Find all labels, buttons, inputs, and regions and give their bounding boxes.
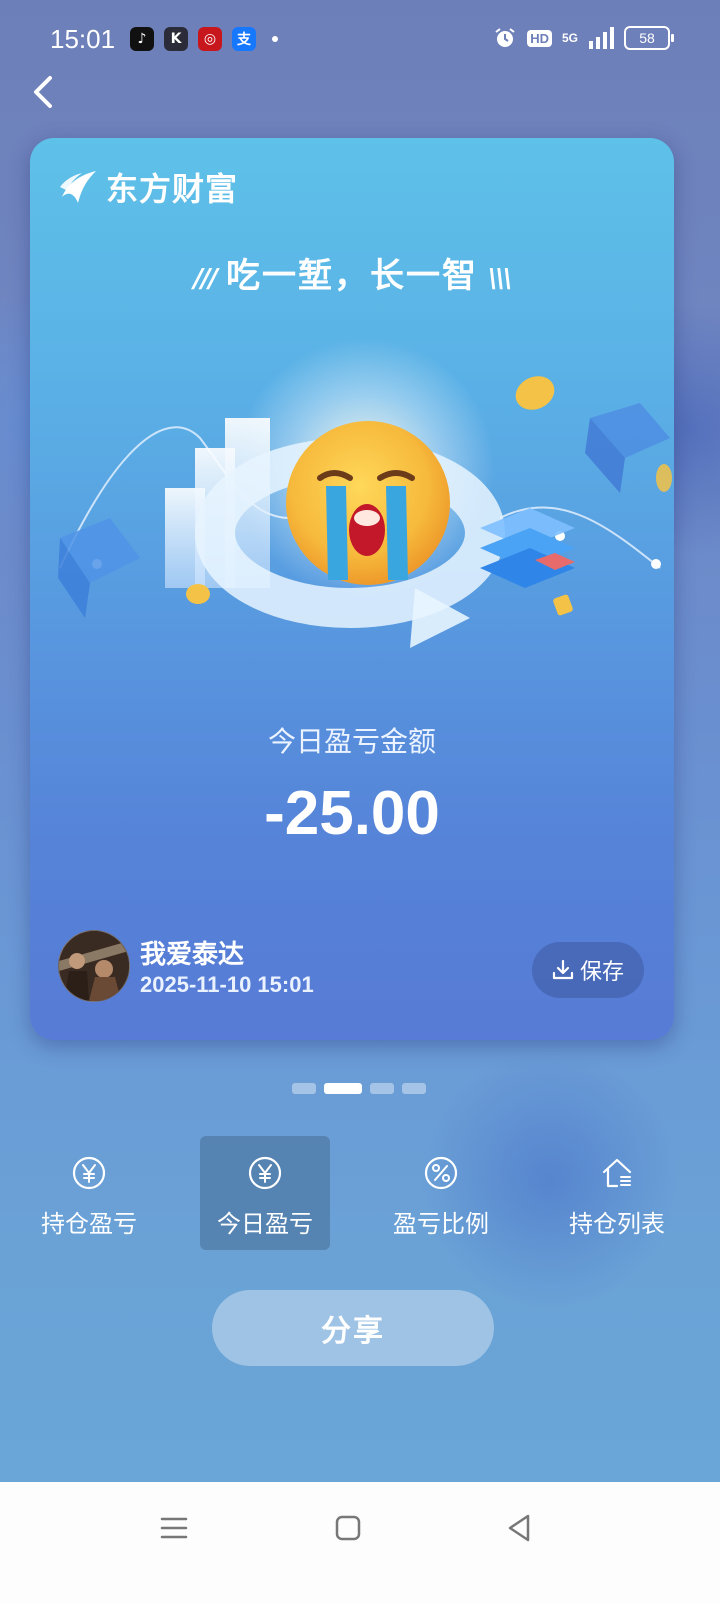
- carousel-pager: [292, 1083, 426, 1094]
- yen-circle-icon: [72, 1156, 106, 1190]
- back-icon[interactable]: [500, 1508, 540, 1548]
- pl-value: -25.00: [264, 779, 440, 848]
- avatar: [58, 930, 130, 1002]
- share-type-tabs: 持仓盈亏 今日盈亏 盈亏比例 持仓列表: [0, 1136, 720, 1250]
- tab-label: 今日盈亏: [217, 1210, 313, 1238]
- tiktok-icon: ♪: [130, 27, 154, 51]
- battery-indicator: 58: [624, 26, 674, 50]
- slogan-text: 吃一堑，长一智: [226, 256, 478, 296]
- download-icon: [552, 959, 574, 980]
- tab-label: 盈亏比例: [393, 1210, 489, 1238]
- back-arrow-icon[interactable]: [26, 72, 66, 112]
- status-bar: 15:01 ♪ K ◎ 支 HD 5G 58: [0, 0, 720, 80]
- pager-dot[interactable]: [402, 1083, 426, 1094]
- status-right: HD 5G 58: [493, 26, 674, 50]
- share-button[interactable]: 分享: [212, 1290, 494, 1366]
- hd-badge: HD: [527, 29, 552, 47]
- house-list-icon: [602, 1158, 632, 1188]
- datetime: 2025-11-10 15:01: [140, 972, 314, 997]
- avatar-photo: [59, 931, 129, 1001]
- k-app-icon: K: [164, 27, 188, 51]
- screen: 15:01 ♪ K ◎ 支 HD 5G 58 东方财富 ///吃一堑，长一智 \…: [0, 0, 720, 1604]
- crying-emoji-illustration: [58, 338, 672, 648]
- battery-level: 58: [639, 30, 655, 46]
- brand: 东方财富: [58, 164, 238, 210]
- pager-dot[interactable]: [370, 1083, 394, 1094]
- home-icon[interactable]: [328, 1508, 368, 1548]
- tab-pl-ratio[interactable]: 盈亏比例: [376, 1136, 506, 1250]
- eastmoney-logo-icon: [60, 171, 96, 203]
- tab-label: 持仓盈亏: [41, 1210, 137, 1238]
- alipay-icon: 支: [232, 27, 256, 51]
- menu-icon[interactable]: [154, 1508, 194, 1548]
- network-label: 5G: [561, 31, 578, 45]
- share-card: 东方财富 /// 吃一堑，长一智 \\\ 今日盈亏金额 -25.00 我爱泰达 2…: [30, 138, 674, 1040]
- notification-app-icons: ♪ K ◎ 支: [130, 27, 278, 51]
- slogan-decoration-left: ///: [193, 264, 218, 294]
- brand-name: 东方财富: [106, 170, 239, 208]
- pager-dot-active[interactable]: [324, 1083, 362, 1094]
- username: 我爱泰达: [140, 940, 245, 970]
- save-button[interactable]: 保存: [532, 942, 644, 998]
- signal-icon: [589, 27, 614, 49]
- slogan: /// 吃一堑，长一智 \\\: [30, 248, 674, 297]
- pager-dot[interactable]: [292, 1083, 316, 1094]
- alarm-icon: [495, 28, 515, 47]
- tab-label: 持仓列表: [569, 1210, 665, 1238]
- pl-label: 今日盈亏金额: [267, 725, 436, 758]
- tab-position-pl[interactable]: 持仓盈亏: [24, 1136, 154, 1250]
- percent-circle-icon: [424, 1156, 458, 1190]
- system-navigation-bar: [0, 1482, 720, 1604]
- yen-circle-icon: [248, 1156, 282, 1190]
- save-label: 保存: [579, 960, 624, 985]
- tab-position-list[interactable]: 持仓列表: [552, 1136, 682, 1250]
- more-notifications-dot: [272, 36, 278, 42]
- slogan-decoration-right: \\\: [488, 264, 512, 294]
- status-time: 15:01: [50, 24, 116, 54]
- tab-today-pl[interactable]: 今日盈亏: [200, 1136, 330, 1250]
- bank-app-icon: ◎: [198, 27, 222, 51]
